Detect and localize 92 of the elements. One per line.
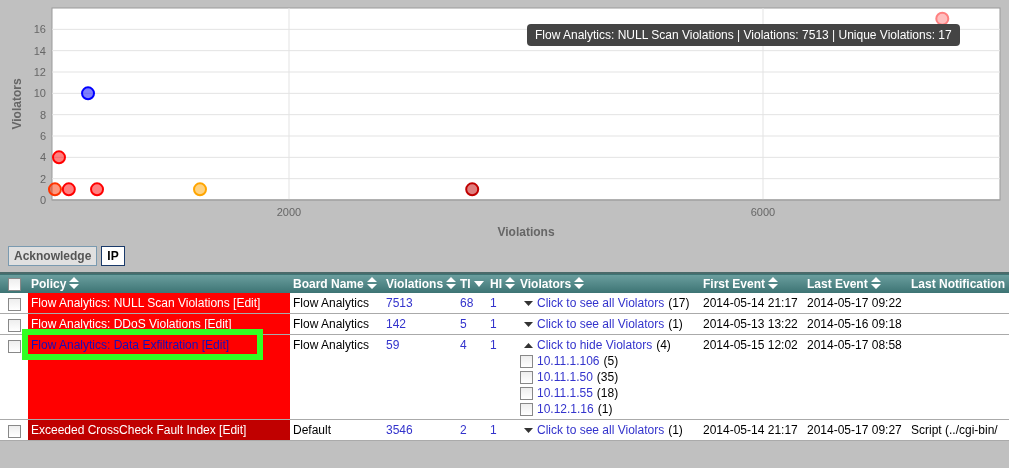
chart-tooltip: Flow Analytics: NULL Scan Violations | Violations: 7513 | Unique Violations: 17	[527, 24, 960, 46]
y-tick-label: 10	[33, 87, 46, 100]
violators-count: (17)	[668, 295, 690, 311]
x-axis-title: Violations	[497, 225, 555, 236]
board-name-cell: Flow Analytics	[290, 293, 383, 314]
violator-checkbox[interactable]	[520, 386, 533, 400]
expand-arrow-icon[interactable]	[524, 427, 533, 433]
violator-ip-link[interactable]: 10.11.1.106	[537, 353, 600, 369]
policy-link[interactable]: Exceeded CrossCheck Fault Index [Edit]	[31, 423, 247, 437]
ti-link[interactable]: 4	[460, 338, 467, 352]
violations-link[interactable]: 3546	[386, 423, 413, 437]
violations-link[interactable]: 59	[386, 338, 400, 352]
violators-link[interactable]: Click to see all Violators	[537, 422, 665, 438]
violators-link[interactable]: Click to hide Violators	[537, 337, 653, 353]
hi-link[interactable]: 1	[490, 317, 497, 331]
ti-link[interactable]: 68	[460, 296, 474, 310]
column-header[interactable]: Violators	[520, 276, 572, 291]
violator-checkbox[interactable]	[520, 354, 533, 368]
violator-ip-link[interactable]: 10.11.1.55	[537, 385, 593, 401]
expand-arrow-icon[interactable]	[524, 300, 533, 306]
data-point[interactable]	[935, 11, 950, 26]
last-notification-cell: Script (../cgi-bin/	[911, 423, 998, 437]
column-header[interactable]: Violations	[386, 276, 444, 291]
last-event-cell: 2014-05-17 08:58	[804, 334, 908, 420]
sort-icon[interactable]	[68, 275, 81, 290]
column-header[interactable]: Last Event	[807, 276, 868, 291]
y-tick-label: 14	[33, 44, 46, 57]
expand-arrow-icon[interactable]	[524, 321, 533, 327]
last-event-cell: 2014-05-17 09:22	[804, 293, 908, 314]
violator-checkbox[interactable]	[520, 370, 533, 384]
last-event-cell: 2014-05-17 09:27	[804, 419, 908, 441]
data-point[interactable]	[465, 182, 480, 197]
select-all-checkbox[interactable]	[7, 277, 21, 291]
violations-link[interactable]: 142	[386, 317, 407, 331]
column-header[interactable]: HI	[490, 276, 502, 291]
row-checkbox[interactable]	[7, 298, 21, 312]
violator-count: (18)	[596, 385, 619, 401]
last-event-cell: 2014-05-16 09:18	[804, 313, 908, 335]
x-tick-label: 2000	[276, 206, 302, 218]
column-header[interactable]: TI	[460, 276, 471, 291]
row-checkbox[interactable]	[7, 319, 21, 333]
sort-icon[interactable]	[504, 275, 516, 290]
first-event-cell: 2014-05-13 13:22	[700, 313, 804, 335]
y-tick-label: 2	[39, 172, 46, 185]
y-tick-label: 0	[39, 194, 46, 206]
ti-link[interactable]: 5	[460, 317, 467, 331]
hi-link[interactable]: 1	[490, 296, 497, 310]
violators-count: (4)	[656, 337, 671, 353]
board-name-cell: Flow Analytics	[290, 334, 383, 420]
column-header[interactable]: First Event	[703, 276, 765, 291]
first-event-cell: 2014-05-14 21:17	[700, 419, 804, 441]
data-point[interactable]	[81, 86, 95, 101]
y-tick-label: 12	[33, 66, 46, 78]
y-tick-label: 4	[39, 151, 46, 164]
y-axis-title: Violators	[10, 78, 24, 130]
violators-link[interactable]: Click to see all Violators	[537, 316, 665, 332]
sort-icon[interactable]	[365, 275, 378, 290]
sort-icon[interactable]	[869, 275, 882, 290]
board-name-cell: Default	[290, 419, 383, 441]
hi-link[interactable]: 1	[490, 338, 497, 352]
violator-checkbox[interactable]	[520, 402, 533, 416]
toolbar-button[interactable]: IP	[101, 246, 125, 266]
violator-count: (35)	[596, 369, 619, 385]
violator-ip-link[interactable]: 10.12.1.16	[537, 401, 594, 417]
first-event-cell: 2014-05-15 12:02	[700, 334, 804, 420]
violator-ip-link[interactable]: 10.11.1.50	[537, 369, 593, 385]
sort-icon[interactable]	[573, 275, 586, 290]
violators-count: (1)	[668, 422, 683, 438]
column-header[interactable]: Board Name	[293, 276, 364, 291]
sort-icon[interactable]	[767, 275, 779, 290]
ti-link[interactable]: 2	[460, 423, 467, 437]
row-checkbox[interactable]	[7, 425, 21, 439]
sort-icon[interactable]	[445, 275, 457, 290]
column-header[interactable]: Policy	[31, 276, 67, 291]
violators-count: (1)	[668, 316, 683, 332]
policy-link[interactable]: Flow Analytics: NULL Scan Violations [Edit]	[31, 296, 261, 310]
row-checkbox[interactable]	[7, 340, 21, 354]
y-tick-label: 6	[39, 130, 46, 142]
toolbar-button[interactable]: Acknowledge	[8, 246, 98, 266]
y-tick-label: 8	[39, 108, 46, 121]
first-event-cell: 2014-05-14 21:17	[700, 293, 804, 314]
violations-link[interactable]: 7513	[386, 296, 413, 310]
collapse-arrow-icon[interactable]	[524, 342, 533, 348]
hi-link[interactable]: 1	[490, 423, 497, 437]
violator-count: (1)	[597, 401, 613, 417]
board-name-cell: Flow Analytics	[290, 313, 383, 335]
column-header[interactable]: Last Notification	[911, 276, 1005, 291]
x-tick-label: 6000	[750, 206, 776, 218]
violator-count: (5)	[603, 353, 619, 369]
sort-descending-icon[interactable]	[473, 281, 484, 288]
y-tick-label: 16	[33, 23, 46, 36]
violators-link[interactable]: Click to see all Violators	[537, 295, 665, 311]
